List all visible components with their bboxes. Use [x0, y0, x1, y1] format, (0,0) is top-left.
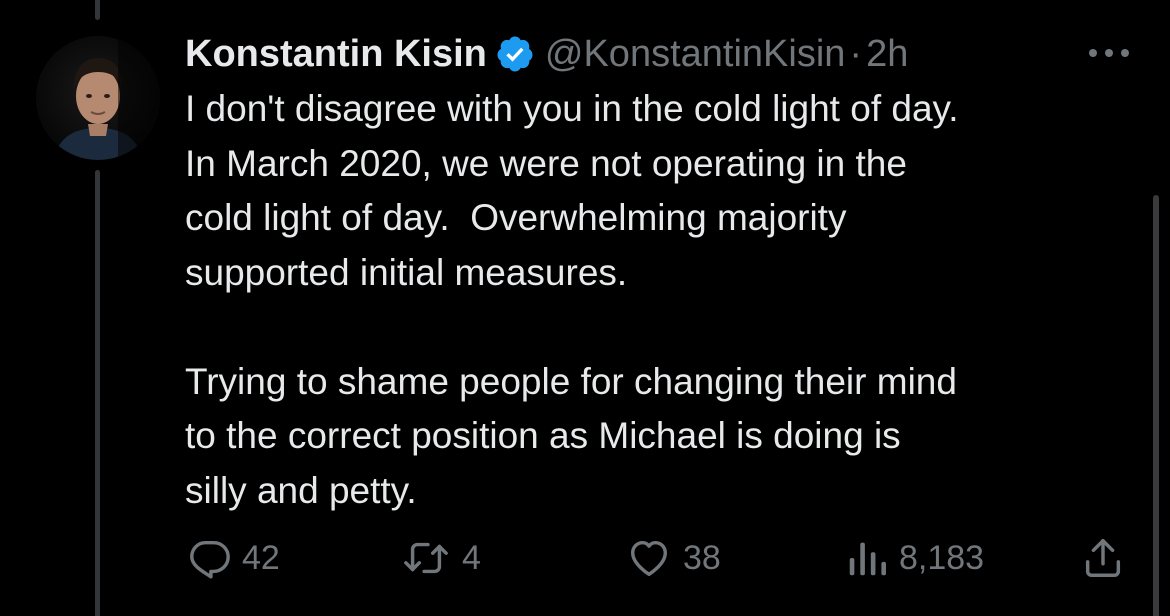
author-handle[interactable]: @KonstantinKisin — [545, 33, 846, 76]
tweet-text: I don't disagree with you in the cold li… — [185, 88, 959, 511]
views-button[interactable]: 8,183 — [845, 530, 984, 586]
more-dots-icon[interactable] — [1084, 38, 1134, 68]
author-display-name[interactable]: Konstantin Kisin — [185, 33, 487, 76]
verified-badge-icon[interactable] — [495, 34, 535, 74]
share-button[interactable] — [1080, 530, 1126, 586]
share-upload-icon — [1080, 535, 1126, 581]
heart-icon — [625, 535, 673, 581]
thread-line-top — [95, 0, 100, 20]
reply-count: 42 — [242, 538, 280, 577]
tweet-header: Konstantin Kisin @KonstantinKisin · 2h — [185, 26, 908, 82]
retweet-count: 4 — [462, 538, 481, 577]
time-separator: · — [849, 32, 863, 75]
tweet-timestamp[interactable]: 2h — [866, 33, 908, 76]
avatar[interactable] — [36, 36, 160, 160]
views-count: 8,183 — [899, 538, 985, 577]
like-button[interactable]: 38 — [625, 530, 721, 586]
avatar-portrait-icon — [36, 36, 160, 160]
reply-bubble-icon — [186, 535, 232, 581]
retweet-icon — [400, 535, 452, 581]
tweet-actions: 42 4 38 8,183 — [0, 530, 1170, 586]
views-bars-icon — [845, 535, 889, 581]
reply-button[interactable]: 42 — [186, 530, 280, 586]
retweet-button[interactable]: 4 — [400, 530, 481, 586]
like-count: 38 — [683, 538, 721, 577]
